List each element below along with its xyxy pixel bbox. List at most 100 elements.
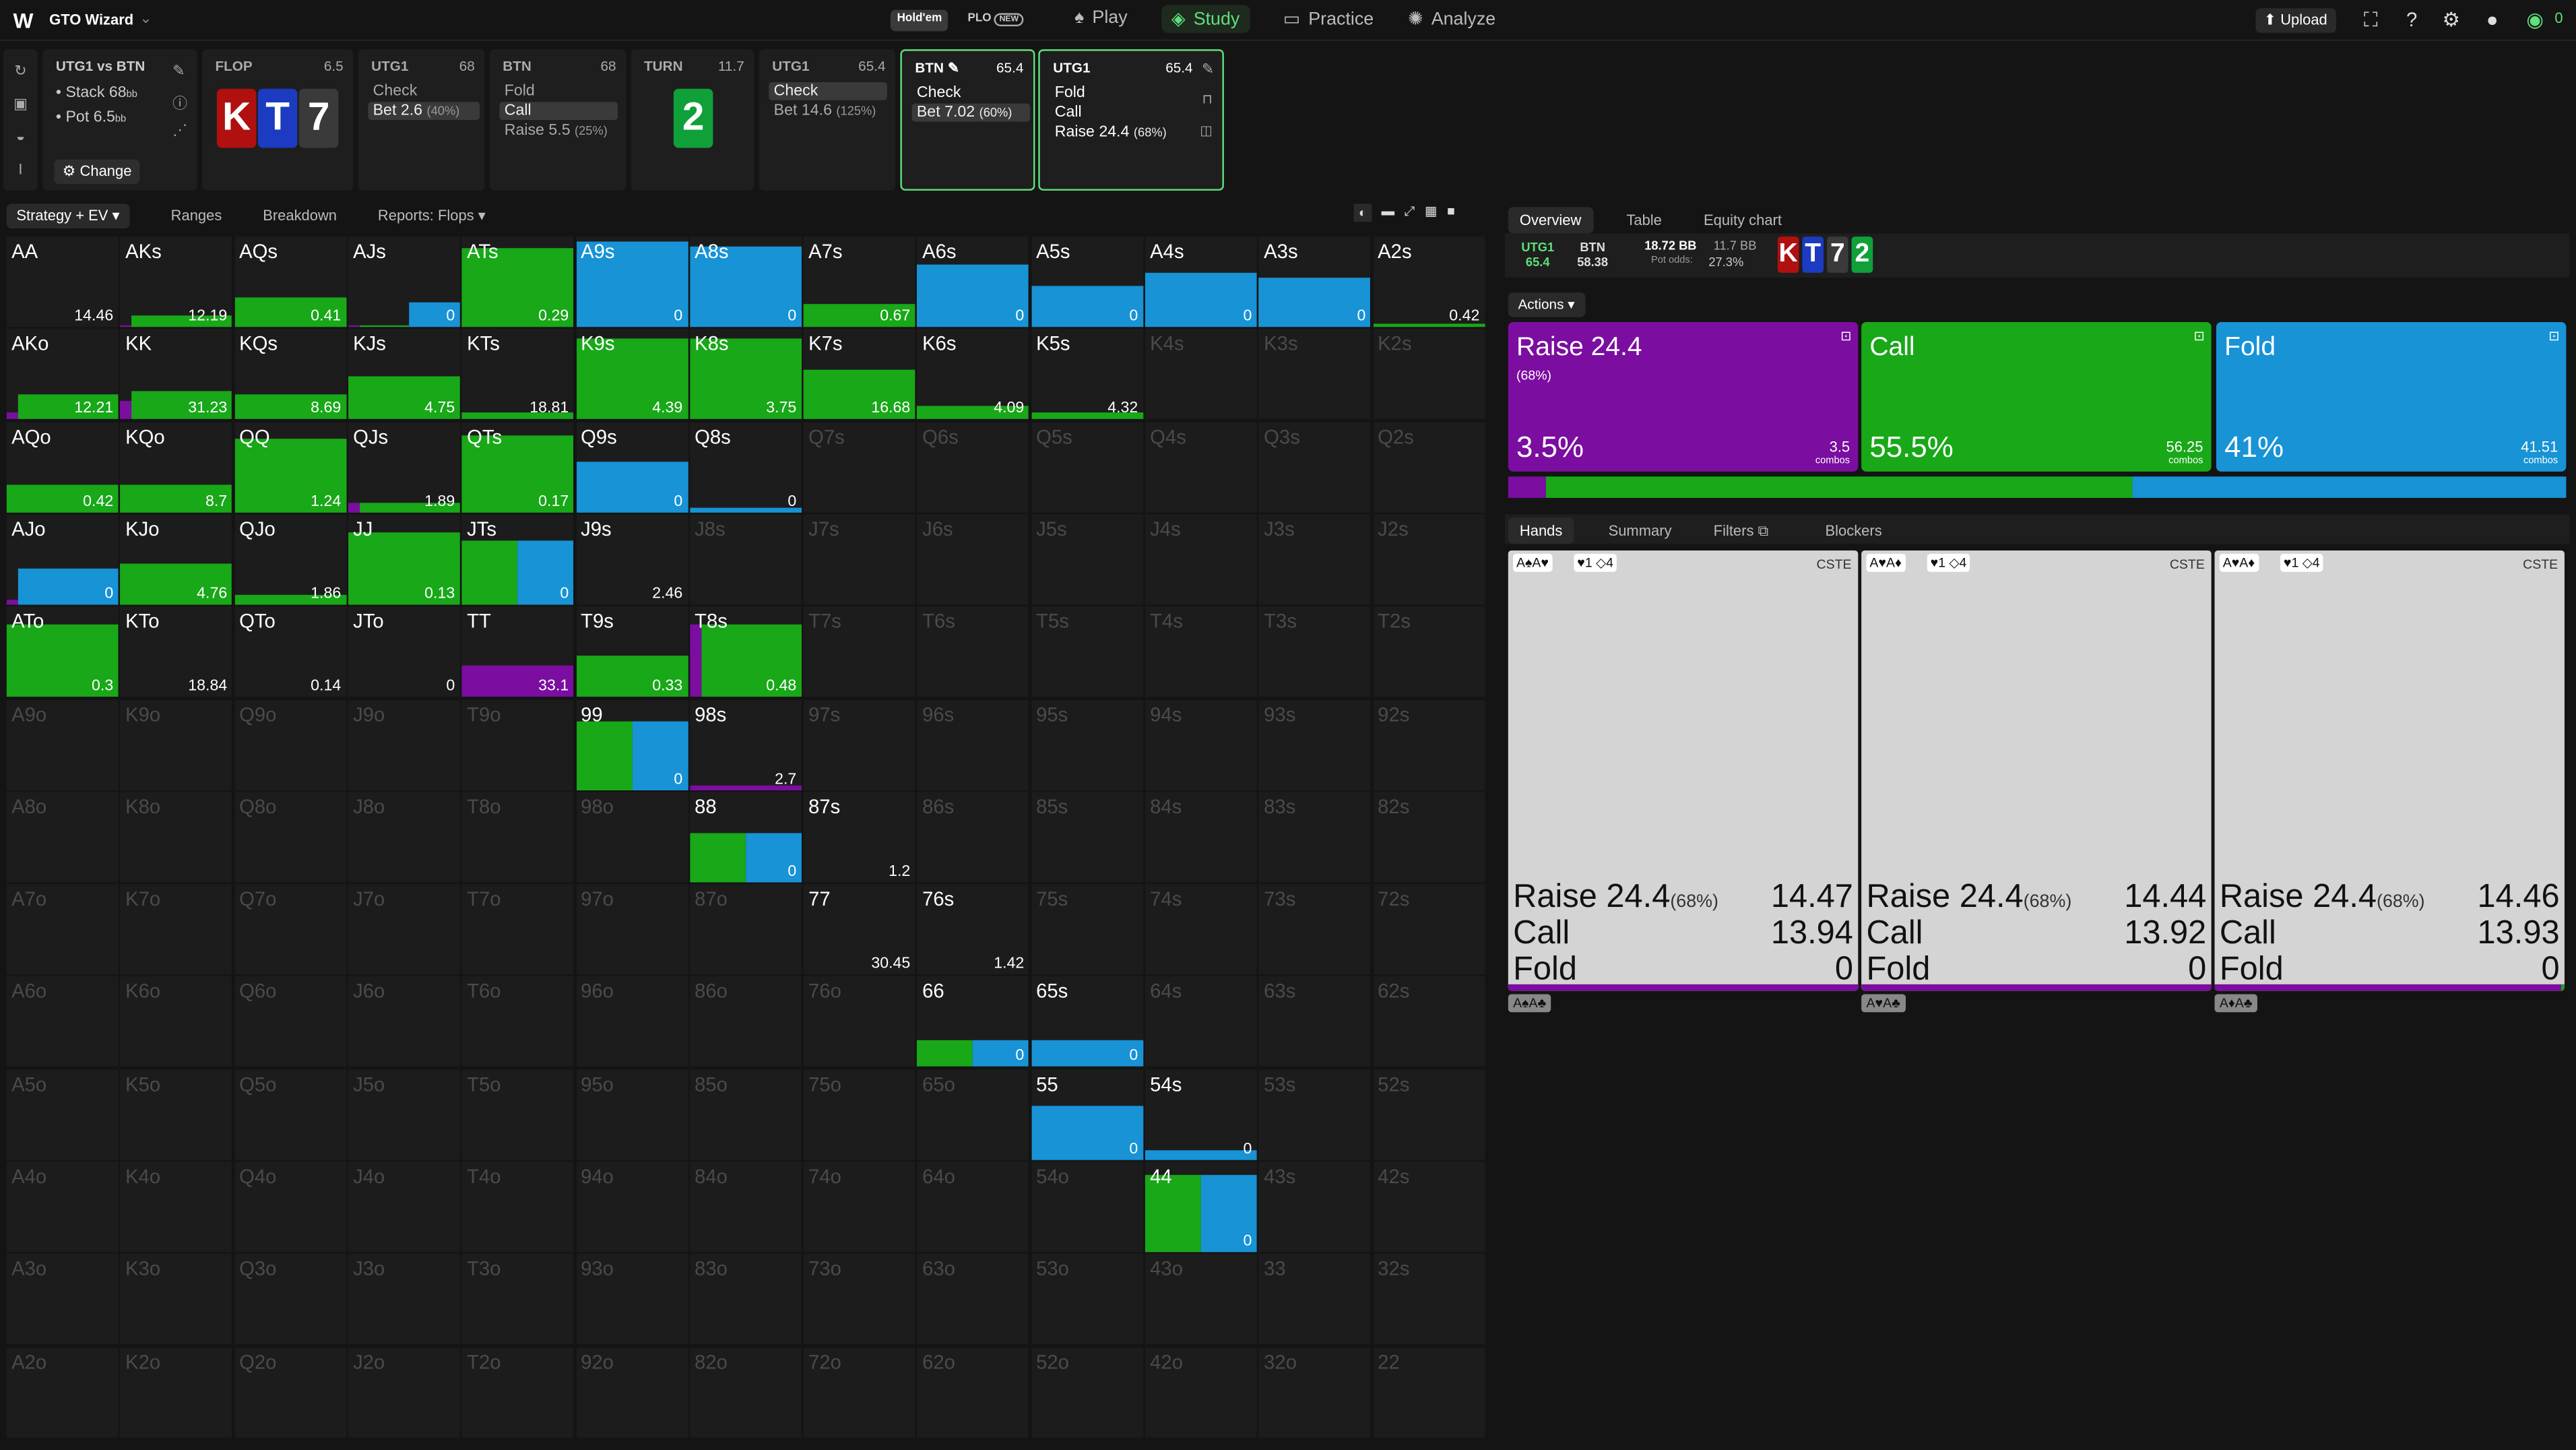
grid-cell[interactable]: QTo 0.14 bbox=[234, 606, 346, 697]
action-option[interactable]: Check bbox=[769, 82, 887, 100]
grid-cell[interactable]: AA 14.46 bbox=[6, 237, 119, 327]
hand-card[interactable]: A♥A♦ ♥1 ◇4 CSTE Raise 24.4(68%) 14.46 Cal… bbox=[2214, 550, 2565, 991]
view-compact-icon[interactable]: ◐ bbox=[1353, 203, 1372, 222]
grid-cell[interactable]: T7s bbox=[803, 606, 915, 697]
grid-cell[interactable]: JJ 0.13 bbox=[348, 514, 460, 605]
grid-cell[interactable]: QQ 1.24 bbox=[234, 421, 346, 512]
grid-cell[interactable]: TT 33.1 bbox=[461, 606, 574, 697]
nav-study[interactable]: ◈ Study bbox=[1161, 5, 1250, 33]
nav-play[interactable]: ♠ Play bbox=[1074, 8, 1128, 28]
grid-cell[interactable]: J2o bbox=[348, 1346, 460, 1437]
grid-cell[interactable]: A8o bbox=[6, 792, 119, 883]
action-option[interactable]: Bet 2.6 (40%) bbox=[368, 102, 480, 121]
grid-cell[interactable]: J3o bbox=[348, 1254, 460, 1345]
gear-icon[interactable]: ⚙ bbox=[2440, 8, 2463, 31]
grid-cell[interactable]: Q4o bbox=[234, 1162, 346, 1253]
grid-cell[interactable]: T3o bbox=[461, 1254, 574, 1345]
grid-cell[interactable]: 99 0 bbox=[575, 699, 688, 790]
grid-cell[interactable]: Q3o bbox=[234, 1254, 346, 1345]
turn-card[interactable]: TURN 11.7 2 bbox=[631, 49, 754, 191]
grid-cell[interactable]: 43s bbox=[1258, 1162, 1371, 1253]
action-option[interactable]: Bet 14.6 (125%) bbox=[769, 102, 887, 120]
view-full-icon[interactable]: ■ bbox=[1447, 203, 1455, 222]
grid-cell[interactable]: J8o bbox=[348, 792, 460, 883]
grid-cell[interactable]: J4o bbox=[348, 1162, 460, 1253]
grid-cell[interactable]: K6s 4.09 bbox=[917, 329, 1029, 420]
grid-cell[interactable]: AJo 0 bbox=[6, 514, 119, 605]
grid-cell[interactable]: 73s bbox=[1258, 884, 1371, 975]
hand-card[interactable]: A♥A♦ ♥1 ◇4 CSTE Raise 24.4(68%) 14.44 Cal… bbox=[1861, 550, 2212, 991]
grid-cell[interactable]: KJs 4.75 bbox=[348, 329, 460, 420]
grid-cell[interactable]: J8s bbox=[689, 514, 802, 605]
tab-blockers[interactable]: Blockers bbox=[1813, 517, 1893, 544]
grid-cell[interactable]: A2s 0.42 bbox=[1372, 237, 1485, 327]
grid-cell[interactable]: K2s bbox=[1372, 329, 1485, 420]
tab-strategy-ev[interactable]: Strategy + EV ▾ bbox=[6, 203, 130, 228]
grid-cell[interactable]: 85o bbox=[689, 1069, 802, 1160]
grid-cell[interactable]: J9o bbox=[348, 699, 460, 790]
grid-cell[interactable]: K4s bbox=[1145, 329, 1257, 420]
grid-cell[interactable]: A6o bbox=[6, 976, 119, 1067]
grid-cell[interactable]: 74s bbox=[1145, 884, 1257, 975]
logo-icon[interactable]: W bbox=[13, 8, 34, 33]
grid-cell[interactable]: J6s bbox=[917, 514, 1029, 605]
grid-cell[interactable]: 95s bbox=[1031, 699, 1143, 790]
grid-cell[interactable]: 76s 1.42 bbox=[917, 884, 1029, 975]
action-card-utg1-turn[interactable]: UTG1 65.4 Check Bet 14.6 (125%) bbox=[759, 49, 896, 191]
grid-cell[interactable]: A3o bbox=[6, 1254, 119, 1345]
grid-cell[interactable]: K7s 16.68 bbox=[803, 329, 915, 420]
chevron-down-icon[interactable]: ⌄ bbox=[139, 10, 152, 28]
grid-cell[interactable]: 97s bbox=[803, 699, 915, 790]
grid-cell[interactable]: 87s 1.2 bbox=[803, 792, 915, 883]
grid-cell[interactable]: K9s 4.39 bbox=[575, 329, 688, 420]
combo-chip[interactable]: A♠A♣ bbox=[1508, 994, 1551, 1013]
grid-cell[interactable]: 64o bbox=[917, 1162, 1029, 1253]
holdem-toggle[interactable]: Hold'em bbox=[890, 9, 949, 32]
pencil-icon[interactable]: ✎ bbox=[172, 63, 185, 81]
grid-cell[interactable]: A5s 0 bbox=[1031, 237, 1143, 327]
grid-cell[interactable]: 87o bbox=[689, 884, 802, 975]
grid-cell[interactable]: T9o bbox=[461, 699, 574, 790]
grid-cell[interactable]: 76o bbox=[803, 976, 915, 1067]
grid-cell[interactable]: 63s bbox=[1258, 976, 1371, 1067]
tab-table[interactable]: Table bbox=[1615, 207, 1673, 233]
grid-cell[interactable]: KK 31.23 bbox=[120, 329, 232, 420]
grid-cell[interactable]: 33 bbox=[1258, 1254, 1371, 1345]
action-box-fold[interactable]: Fold 41% 41.51 combos ⊡ bbox=[2216, 322, 2567, 472]
plo-toggle[interactable]: PLO NEW bbox=[961, 10, 1030, 32]
hand-card[interactable]: A♠A♥ ♥1 ◇4 CSTE Raise 24.4(68%) 14.47 Cal… bbox=[1508, 550, 1859, 991]
actions-dropdown[interactable]: Actions ▾ bbox=[1508, 292, 1585, 317]
share-icon[interactable]: ⋰ bbox=[172, 121, 187, 139]
grid-cell[interactable]: 98s 2.7 bbox=[689, 699, 802, 790]
grid-cell[interactable]: T8o bbox=[461, 792, 574, 883]
tab-overview[interactable]: Overview bbox=[1508, 207, 1593, 234]
grid-cell[interactable]: 93s bbox=[1258, 699, 1371, 790]
grid-cell[interactable]: K5o bbox=[120, 1069, 232, 1160]
grid-cell[interactable]: T8s 0.48 bbox=[689, 606, 802, 697]
nav-analyze[interactable]: ✺ Analyze bbox=[1408, 8, 1495, 29]
grid-cell[interactable]: T4s bbox=[1145, 606, 1257, 697]
grid-cell[interactable]: Q7s bbox=[803, 421, 915, 512]
tab-equity-chart[interactable]: Equity chart bbox=[1692, 207, 1793, 233]
grid-cell[interactable]: K5s 4.32 bbox=[1031, 329, 1143, 420]
grid-cell[interactable]: K8s 3.75 bbox=[689, 329, 802, 420]
tab-reports-flops[interactable]: Reports: Flops ▾ bbox=[378, 207, 486, 225]
grid-cell[interactable]: JTo 0 bbox=[348, 606, 460, 697]
grid-cell[interactable]: K3o bbox=[120, 1254, 232, 1345]
grid-cell[interactable]: 84s bbox=[1145, 792, 1257, 883]
grid-cell[interactable]: T2o bbox=[461, 1346, 574, 1437]
grid-cell[interactable]: 74o bbox=[803, 1162, 915, 1253]
grid-cell[interactable]: J6o bbox=[348, 976, 460, 1067]
grid-cell[interactable]: Q7o bbox=[234, 884, 346, 975]
tab-breakdown[interactable]: Breakdown bbox=[263, 207, 337, 223]
refresh-icon[interactable]: ↻ bbox=[10, 63, 32, 82]
grid-cell[interactable]: AKo 12.21 bbox=[6, 329, 119, 420]
grid-cell[interactable]: Q8o bbox=[234, 792, 346, 883]
app-title[interactable]: GTO Wizard bbox=[49, 11, 133, 28]
grid-cell[interactable]: QTs 0.17 bbox=[461, 421, 574, 512]
action-option[interactable]: Check bbox=[912, 84, 1031, 102]
grid-cell[interactable]: 72s bbox=[1372, 884, 1485, 975]
tab-ranges[interactable]: Ranges bbox=[171, 207, 222, 223]
grid-cell[interactable]: 83o bbox=[689, 1254, 802, 1345]
grid-cell[interactable]: ATo 0.3 bbox=[6, 606, 119, 697]
